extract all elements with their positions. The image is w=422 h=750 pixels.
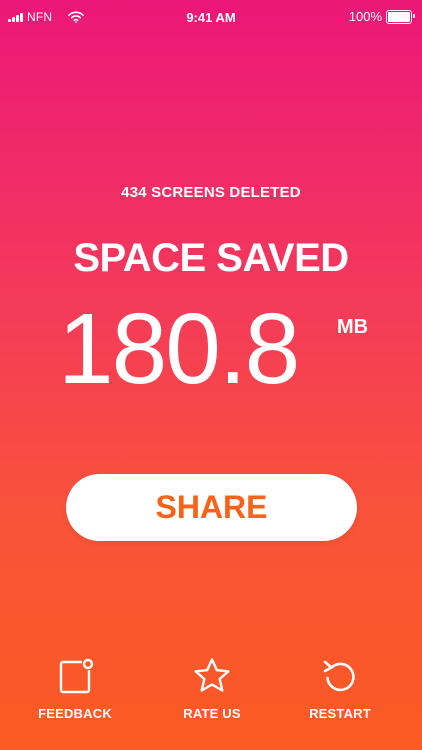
space-saved-amount: 180.8 MB [0,294,422,404]
battery-percent: 100% [348,9,382,24]
share-button[interactable]: SHARE [66,474,357,541]
battery-icon [386,9,415,24]
restart-button[interactable]: RESTART [285,656,395,721]
feedback-icon [59,658,94,694]
space-saved-unit: MB [337,316,369,338]
restart-icon [323,660,355,692]
rate-us-button[interactable]: RATE US [157,656,267,721]
screens-deleted-count: 434 SCREENS DELETED [121,184,301,201]
result-screen: NFN 9:41 AM 100% 434 SCREENS DELETED SPA… [0,0,422,750]
feedback-label: FEEDBACK [38,706,112,721]
space-saved-heading: SPACE SAVED [73,236,349,280]
status-bar: NFN 9:41 AM 100% [0,0,422,34]
share-button-label: SHARE [155,489,268,525]
space-saved-value: 180.8 [58,293,300,405]
restart-label: RESTART [309,706,371,721]
feedback-button[interactable]: FEEDBACK [20,656,130,721]
status-right: 100% [348,9,415,24]
bottom-toolbar: FEEDBACK RATE US RESTART [0,656,422,736]
battery-fill [388,11,410,22]
rate-us-label: RATE US [183,706,241,721]
star-icon [194,658,230,692]
